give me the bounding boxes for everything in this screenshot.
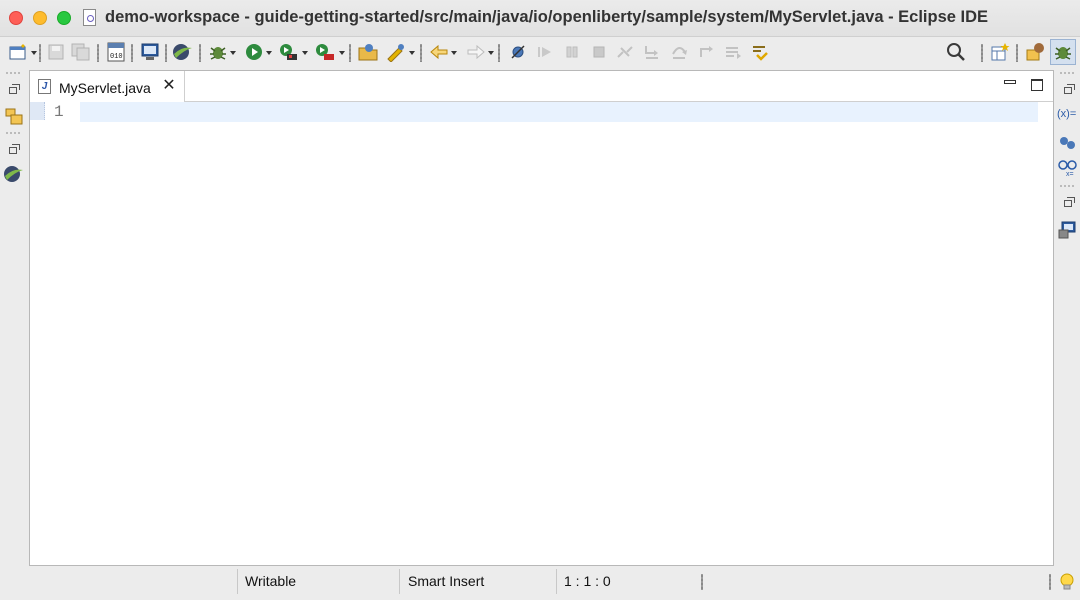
back-icon[interactable] [428,41,450,63]
left-trim-bar [0,70,28,566]
toolbar-separator [39,44,41,62]
status-writable: Writable [245,573,297,589]
step-return-icon[interactable] [695,41,717,63]
suspend-icon[interactable] [561,41,583,63]
trim-grip[interactable] [5,72,21,74]
restore-icon[interactable] [1064,197,1075,207]
eclipse-icon[interactable] [2,164,24,189]
main-toolbar: 010 [0,37,1080,69]
editor-area[interactable]: J MyServlet.java ✕ 1 [29,70,1054,566]
breakpoints-icon[interactable] [1058,135,1078,156]
toolbar-separator [1016,44,1018,62]
title-bar: demo-workspace - guide-getting-started/s… [0,0,1080,37]
chevron-down-icon[interactable] [451,51,457,55]
toolbar-separator [97,44,99,62]
save-icon[interactable] [45,41,67,63]
status-insert-mode[interactable]: Smart Insert [408,573,484,589]
search-icon[interactable] [945,41,967,63]
terminate-icon[interactable] [588,41,610,63]
close-window-button[interactable] [9,11,23,25]
close-icon[interactable]: ✕ [162,78,176,94]
right-trim-bar: (x)= x= [1055,70,1080,566]
disconnect-icon[interactable] [614,41,636,63]
step-into-icon[interactable] [641,41,663,63]
status-grip[interactable] [1049,574,1051,590]
svg-text:010: 010 [110,53,123,61]
minimize-window-button[interactable] [33,11,47,25]
line-number: 1 [54,103,64,121]
step-over-icon[interactable] [668,41,690,63]
package-explorer-icon[interactable] [4,106,24,131]
use-step-filters-icon[interactable] [749,41,771,63]
status-separator [556,569,557,594]
trim-grip[interactable] [1059,72,1075,74]
run-icon[interactable] [243,41,265,63]
java-perspective-icon[interactable] [1025,41,1047,63]
binary-010-icon[interactable]: 010 [105,41,127,63]
editor-tab-strip: J MyServlet.java ✕ [30,71,1053,102]
external-tools-icon[interactable] [314,41,336,63]
eclipse-icon[interactable] [171,41,193,63]
toolbar-separator [199,44,201,62]
drop-to-frame-icon[interactable] [722,41,744,63]
status-separator [399,569,400,594]
skip-breakpoints-icon[interactable] [507,41,529,63]
trim-grip[interactable] [5,132,21,134]
tab-label: MyServlet.java [59,80,151,96]
toolbar-separator [349,44,351,62]
document-icon [83,9,96,26]
chevron-down-icon[interactable] [339,51,345,55]
restore-icon[interactable] [9,144,20,154]
open-type-icon[interactable] [357,41,379,63]
debug-icon[interactable] [207,41,229,63]
chevron-down-icon[interactable] [31,51,37,55]
chevron-down-icon[interactable] [409,51,415,55]
annotation-gutter[interactable] [30,102,45,120]
terminal-icon[interactable] [139,41,161,63]
chevron-down-icon[interactable] [302,51,308,55]
variables-icon[interactable]: (x)= [1057,108,1076,120]
restore-icon[interactable] [9,84,20,94]
lightbulb-icon[interactable] [1059,572,1075,597]
svg-text:x=: x= [1066,171,1074,177]
window-title: demo-workspace - guide-getting-started/s… [105,8,989,26]
chevron-down-icon[interactable] [230,51,236,55]
resume-icon[interactable] [534,41,556,63]
tab-myservlet-java[interactable]: J MyServlet.java ✕ [30,71,185,102]
toolbar-separator [981,44,983,62]
toolbar-separator [420,44,422,62]
minimize-editor-button[interactable] [1004,80,1016,84]
maximize-editor-button[interactable] [1031,79,1043,91]
toolbar-separator [165,44,167,62]
open-task-icon[interactable] [385,41,407,63]
java-file-icon: J [38,79,51,94]
status-cursor-position[interactable]: 1 : 1 : 0 [564,573,611,589]
restore-icon[interactable] [1064,84,1075,94]
console-icon[interactable] [1057,220,1077,245]
new-icon[interactable] [8,41,30,63]
chevron-down-icon[interactable] [488,51,494,55]
status-separator [237,569,238,594]
trim-grip[interactable] [1059,185,1075,187]
expressions-icon[interactable]: x= [1057,159,1079,182]
status-grip[interactable] [701,574,703,590]
debug-perspective-icon[interactable] [1050,39,1076,65]
chevron-down-icon[interactable] [266,51,272,55]
maximize-window-button[interactable] [57,11,71,25]
save-all-icon[interactable] [70,41,92,63]
run-configurations-icon[interactable] [278,41,300,63]
status-bar: Writable Smart Insert 1 : 1 : 0 [0,566,1080,600]
current-line-highlight[interactable] [80,102,1038,122]
open-perspective-icon[interactable] [989,41,1011,63]
toolbar-separator [131,44,133,62]
toolbar-separator [498,44,500,62]
forward-icon[interactable] [465,41,487,63]
